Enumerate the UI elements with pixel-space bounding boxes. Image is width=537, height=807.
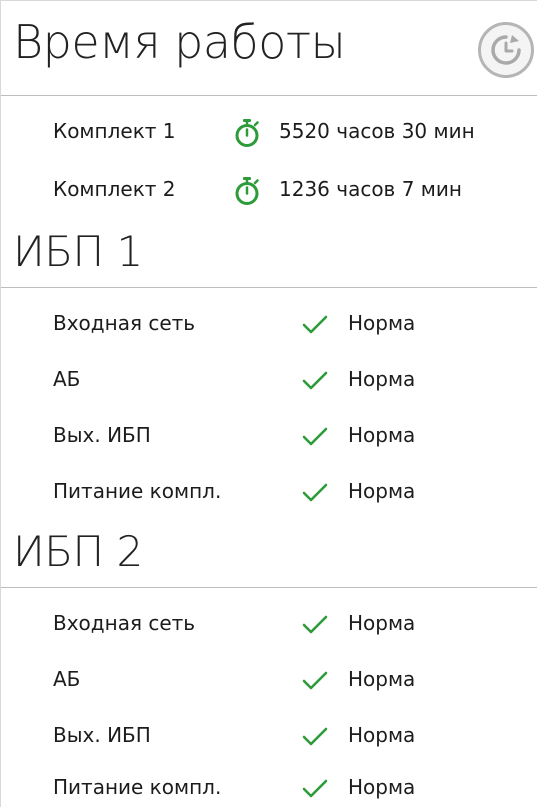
check-icon [302, 371, 328, 390]
status-row: Вых. ИБП Норма [1, 415, 537, 455]
ups1-title: ИБП 1 [13, 227, 143, 276]
refresh-button[interactable] [478, 22, 534, 78]
check-icon [302, 615, 328, 634]
ups1-header: ИБП 1 [1, 223, 537, 288]
status-label: Входная сеть [53, 611, 196, 635]
status-label: Вых. ИБП [53, 423, 151, 447]
status-row: АБ Норма [1, 659, 537, 699]
kit-runtime-value: 5520 часов 30 мин [279, 119, 475, 143]
check-icon [302, 727, 328, 746]
status-value: Норма [348, 423, 416, 447]
refresh-clock-icon [491, 35, 521, 65]
kit-label: Комплект 2 [53, 177, 176, 201]
check-icon [302, 671, 328, 690]
status-row: АБ Норма [1, 359, 537, 399]
stopwatch-icon [235, 119, 259, 147]
status-label: Питание компл. [53, 775, 222, 799]
status-row: Питание компл. Норма [1, 767, 537, 807]
status-row: Вых. ИБП Норма [1, 715, 537, 755]
status-value: Норма [348, 311, 416, 335]
check-icon [302, 483, 328, 502]
status-value: Норма [348, 367, 416, 391]
status-label: АБ [53, 367, 81, 391]
status-value: Норма [348, 479, 416, 503]
runtime-header: Время работы [1, 1, 537, 96]
status-value: Норма [348, 667, 416, 691]
page-title: Время работы [13, 15, 346, 69]
status-row: Питание компл. Норма [1, 471, 537, 511]
ups2-title: ИБП 2 [13, 527, 143, 576]
status-label: Входная сеть [53, 311, 196, 335]
status-row: Входная сеть Норма [1, 303, 537, 343]
status-value: Норма [348, 775, 416, 799]
kit-label: Комплект 1 [53, 119, 176, 143]
status-row: Входная сеть Норма [1, 603, 537, 643]
kit-runtime-value: 1236 часов 7 мин [279, 177, 462, 201]
status-panel: Время работы Комплект 1 5520 часов 30 ми… [0, 0, 537, 807]
status-value: Норма [348, 611, 416, 635]
ups2-header: ИБП 2 [1, 523, 537, 588]
kit-row: Комплект 1 5520 часов 30 мин [1, 111, 537, 151]
check-icon [302, 427, 328, 446]
status-label: Питание компл. [53, 479, 222, 503]
check-icon [302, 779, 328, 798]
status-label: Вых. ИБП [53, 723, 151, 747]
status-value: Норма [348, 723, 416, 747]
kit-row: Комплект 2 1236 часов 7 мин [1, 169, 537, 209]
status-label: АБ [53, 667, 81, 691]
stopwatch-icon [235, 177, 259, 205]
check-icon [302, 315, 328, 334]
